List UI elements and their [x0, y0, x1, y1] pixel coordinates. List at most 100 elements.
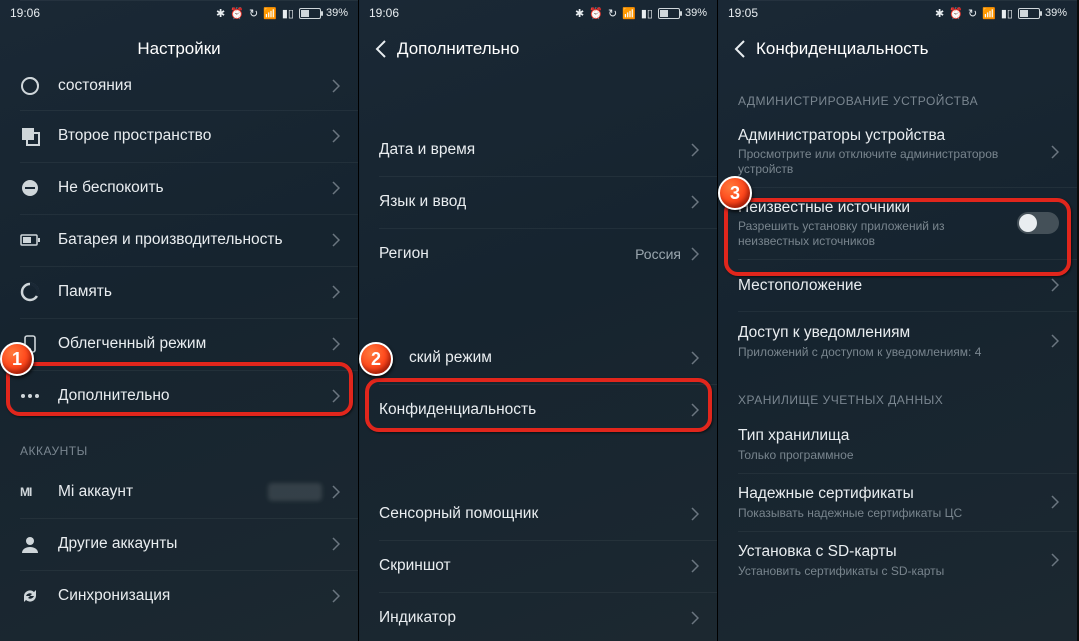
row-label: Память: [58, 282, 332, 301]
chevron-right-icon: [1051, 278, 1059, 292]
titlebar: Настройки: [0, 26, 358, 72]
row-region[interactable]: Регион Россия: [359, 228, 717, 280]
chevron-right-icon: [691, 143, 699, 157]
battery-pct: 39%: [1045, 7, 1067, 19]
back-button[interactable]: [375, 40, 397, 58]
row-other-accounts[interactable]: Другие аккаунты: [0, 518, 358, 570]
row-sub: Установить сертификаты с SD-карты: [738, 564, 1051, 579]
row-screenshot[interactable]: Скриншот: [359, 540, 717, 592]
battery-perf-icon: [20, 233, 58, 247]
row-unknown-sources[interactable]: Неизвестные источники Разрешить установк…: [718, 187, 1077, 259]
titlebar: Дополнительно: [359, 26, 717, 72]
memory-icon: [20, 282, 58, 302]
status-bar: 19:06 ✱⏰↻📶▮▯ 39%: [359, 0, 717, 26]
row-battery-perf[interactable]: Батарея и производительность: [0, 214, 358, 266]
row-label: Местоположение: [738, 276, 1051, 295]
chevron-right-icon: [332, 181, 340, 195]
clock: 19:05: [728, 6, 758, 20]
battery-icon: [299, 8, 321, 19]
chevron-right-icon: [332, 589, 340, 603]
row-label: состояния: [58, 76, 332, 95]
row-label: Облегченный режим: [58, 334, 332, 353]
row-location[interactable]: Местоположение: [718, 259, 1077, 311]
other-accounts-icon: [20, 534, 58, 554]
row-tail: [268, 483, 340, 501]
battery-icon: [1018, 8, 1040, 19]
row-memory[interactable]: Память: [0, 266, 358, 318]
row-tail: Россия: [635, 246, 699, 262]
row-date-time[interactable]: Дата и время: [359, 124, 717, 176]
row-label: Регион: [379, 244, 635, 263]
row-label: Тип хранилища: [738, 426, 1059, 445]
chevron-right-icon: [1051, 334, 1059, 348]
back-button[interactable]: [734, 40, 756, 58]
chevron-right-icon: [691, 403, 699, 417]
row-label: Не беспокоить: [58, 178, 332, 197]
row-mi-account[interactable]: MI Mi аккаунт: [0, 466, 358, 518]
chevron-right-icon: [1051, 553, 1059, 567]
page-title: Дополнительно: [397, 39, 519, 59]
row-additional[interactable]: Дополнительно: [0, 370, 358, 422]
row-privacy[interactable]: Конфиденциальность: [359, 384, 717, 436]
chevron-right-icon: [332, 485, 340, 499]
row-label: Индикатор: [379, 608, 691, 627]
phone-screen-2: 19:06 ✱⏰↻📶▮▯ 39% Дополнительно Дата и вр…: [359, 0, 718, 641]
section-accounts: АККАУНТЫ: [0, 422, 358, 466]
row-label: Язык и ввод: [379, 192, 691, 211]
row-sub: Просмотрите или отключите администраторо…: [738, 147, 1051, 177]
section-credential-storage: ХРАНИЛИЩЕ УЧЕТНЫХ ДАННЫХ: [718, 371, 1077, 415]
titlebar: Конфиденциальность: [718, 26, 1077, 72]
row-label: Неизвестные источники: [738, 198, 1017, 217]
chevron-right-icon: [1051, 495, 1059, 509]
row-sub: Только программное: [738, 448, 1059, 463]
chevron-right-icon: [691, 559, 699, 573]
row-tail: [1017, 212, 1059, 234]
row-lite-mode[interactable]: Облегченный режим: [0, 318, 358, 370]
row-install-sd[interactable]: Установка с SD-карты Установить сертифик…: [718, 531, 1077, 589]
row-label: Дата и время: [379, 140, 691, 159]
chevron-right-icon: [691, 247, 699, 261]
row-status[interactable]: состояния: [0, 72, 358, 110]
status-icons: ✱⏰↻📶▮▯ 39%: [935, 7, 1067, 20]
chevron-right-icon: [332, 233, 340, 247]
row-dnd[interactable]: Не беспокоить: [0, 162, 358, 214]
status-bar: 19:06 ✱ ⏰ ↻ 📶 ▮▯ 39%: [0, 0, 358, 26]
chevron-right-icon: [332, 285, 340, 299]
row-notification-access[interactable]: Доступ к уведомлениям Приложений с досту…: [718, 311, 1077, 371]
row-sub: Приложений с доступом к уведомлениям: 4: [738, 345, 1051, 360]
row-sub: Показывать надежные сертификаты ЦС: [738, 506, 1051, 521]
chevron-right-icon: [332, 337, 340, 351]
battery-pct: 39%: [685, 7, 707, 19]
chevron-right-icon: [332, 79, 340, 93]
row-label: Синхронизация: [58, 586, 332, 605]
status-icon: [20, 76, 58, 96]
chevron-right-icon: [691, 351, 699, 365]
row-device-admins[interactable]: Администраторы устройства Просмотрите ил…: [718, 116, 1077, 187]
row-label: Скриншот: [379, 556, 691, 575]
chevron-right-icon: [691, 611, 699, 625]
battery-pct: 39%: [326, 7, 348, 19]
row-lang-input[interactable]: Язык и ввод: [359, 176, 717, 228]
row-second-space[interactable]: Второе пространство: [0, 110, 358, 162]
toggle-unknown-sources[interactable]: [1017, 212, 1059, 234]
row-sync[interactable]: Синхронизация: [0, 570, 358, 622]
row-touch-assist[interactable]: Сенсорный помощник: [359, 488, 717, 540]
row-label: Батарея и производительность: [58, 230, 332, 249]
sync-icon: [20, 586, 58, 606]
dnd-icon: [20, 178, 58, 198]
row-indicator[interactable]: Индикатор: [359, 592, 717, 641]
row-label: ский режим: [379, 348, 691, 367]
chevron-right-icon: [332, 537, 340, 551]
row-value: Россия: [635, 246, 681, 262]
step-badge-2: 2: [359, 342, 393, 376]
row-label: Конфиденциальность: [379, 400, 691, 419]
row-mode-partial[interactable]: ский режим: [359, 332, 717, 384]
clock: 19:06: [10, 6, 40, 20]
row-label: Администраторы устройства: [738, 126, 1051, 145]
row-label: Другие аккаунты: [58, 534, 332, 553]
row-trusted-certs[interactable]: Надежные сертификаты Показывать надежные…: [718, 473, 1077, 531]
row-sub: Разрешить установку приложений из неизве…: [738, 219, 1017, 249]
row-label: Дополнительно: [58, 386, 332, 405]
chevron-right-icon: [332, 129, 340, 143]
mi-account-icon: MI: [20, 485, 58, 499]
